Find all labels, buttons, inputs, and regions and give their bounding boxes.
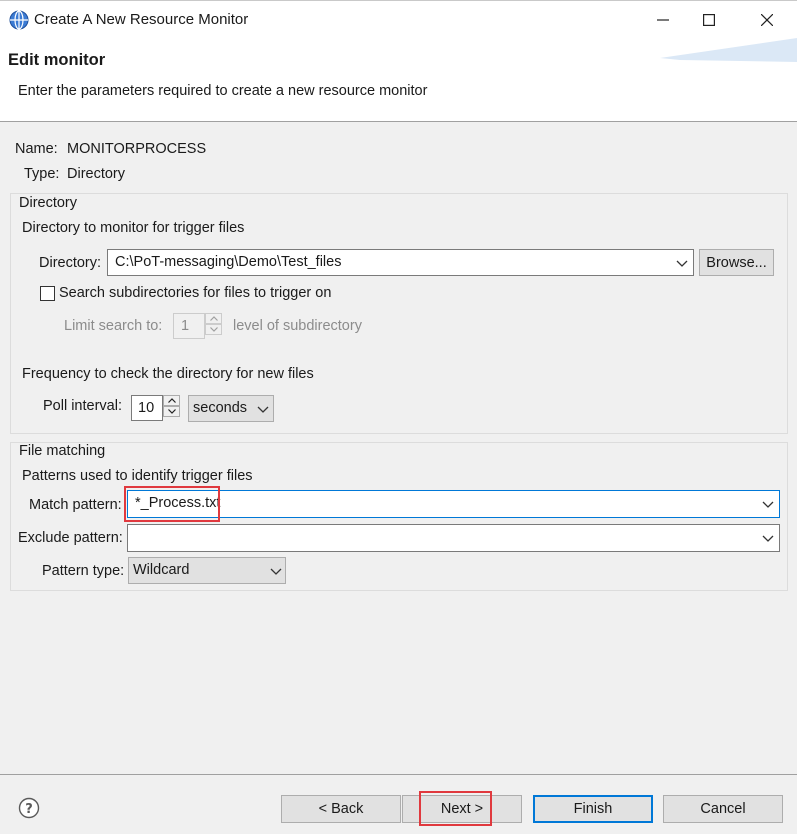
poll-unit-value: seconds <box>193 400 248 416</box>
maximize-button[interactable] <box>686 1 732 39</box>
directory-label: Directory: <box>39 255 102 271</box>
stepper-down-button[interactable] <box>163 406 180 417</box>
match-pattern-combo[interactable]: *_Process.txt <box>127 490 780 518</box>
poll-interval-input[interactable]: 10 <box>131 395 163 421</box>
limit-search-label: Limit search to: <box>64 318 163 334</box>
chevron-down-icon <box>257 406 269 413</box>
window-title: Create A New Resource Monitor <box>34 11 249 28</box>
chevron-down-icon <box>167 409 176 414</box>
page-description: Enter the parameters required to create … <box>18 83 428 99</box>
minimize-button[interactable] <box>640 1 686 39</box>
file-matching-title: File matching <box>19 443 106 459</box>
search-subdirectories-checkbox[interactable] <box>40 286 55 301</box>
match-pattern-label: Match pattern: <box>29 497 122 513</box>
title-bar: Create A New Resource Monitor <box>0 0 797 38</box>
chevron-down-icon <box>762 535 774 542</box>
name-value: MONITORPROCESS <box>67 141 207 157</box>
directory-group-title: Directory <box>19 195 78 211</box>
chevron-down-icon <box>676 260 688 267</box>
wizard-banner: Edit monitor Enter the parameters requir… <box>0 38 797 122</box>
close-button[interactable] <box>744 1 790 39</box>
minimize-icon <box>657 19 669 21</box>
search-subdirectories-label: Search subdirectories for files to trigg… <box>59 285 332 301</box>
pattern-type-select[interactable]: Wildcard <box>128 557 286 584</box>
help-icon[interactable]: ? <box>18 797 40 819</box>
close-icon <box>761 14 773 26</box>
svg-text:?: ? <box>25 802 33 817</box>
poll-interval-stepper[interactable] <box>163 395 180 417</box>
poll-interval-label: Poll interval: <box>43 398 122 414</box>
wizard-footer: ? < Back Next > Finish Cancel <box>0 774 797 834</box>
type-value: Directory <box>67 166 126 182</box>
limit-search-suffix: level of subdirectory <box>233 318 362 334</box>
next-button-highlight <box>419 791 492 826</box>
chevron-up-icon <box>209 316 218 321</box>
poll-interval-value: 10 <box>138 400 155 416</box>
name-label: Name: <box>15 141 58 157</box>
maximize-icon <box>703 14 715 26</box>
poll-unit-select[interactable]: seconds <box>188 395 274 422</box>
limit-search-value: 1 <box>181 318 190 334</box>
directory-group-subtitle: Directory to monitor for trigger files <box>22 220 245 236</box>
chevron-down-icon <box>209 327 218 332</box>
match-pattern-highlight <box>124 486 220 522</box>
finish-button[interactable]: Finish <box>533 795 653 823</box>
type-label: Type: <box>24 166 60 182</box>
globe-icon <box>9 10 29 30</box>
pattern-type-label: Pattern type: <box>42 563 125 579</box>
chevron-up-icon <box>167 398 176 403</box>
wizard-content: Name: MONITORPROCESS Type: Directory Dir… <box>0 122 797 774</box>
limit-search-input[interactable]: 1 <box>173 313 205 339</box>
back-button[interactable]: < Back <box>281 795 401 823</box>
exclude-pattern-combo[interactable] <box>127 524 780 552</box>
directory-combo-value: C:\PoT-messaging\Demo\Test_files <box>115 254 342 270</box>
pattern-type-value: Wildcard <box>133 562 190 578</box>
chevron-down-icon <box>270 568 282 575</box>
exclude-pattern-label: Exclude pattern: <box>18 530 123 546</box>
page-title: Edit monitor <box>8 51 106 69</box>
stepper-up-button[interactable] <box>205 313 222 324</box>
directory-combo[interactable]: C:\PoT-messaging\Demo\Test_files <box>107 249 694 276</box>
frequency-label: Frequency to check the directory for new… <box>22 366 314 382</box>
cancel-button[interactable]: Cancel <box>663 795 783 823</box>
stepper-up-button[interactable] <box>163 395 180 406</box>
stepper-down-button[interactable] <box>205 324 222 335</box>
browse-button[interactable]: Browse... <box>699 249 774 276</box>
file-matching-subtitle: Patterns used to identify trigger files <box>22 468 253 484</box>
limit-search-stepper[interactable] <box>205 313 222 335</box>
chevron-down-icon <box>762 501 774 508</box>
banner-graphic <box>660 38 797 62</box>
